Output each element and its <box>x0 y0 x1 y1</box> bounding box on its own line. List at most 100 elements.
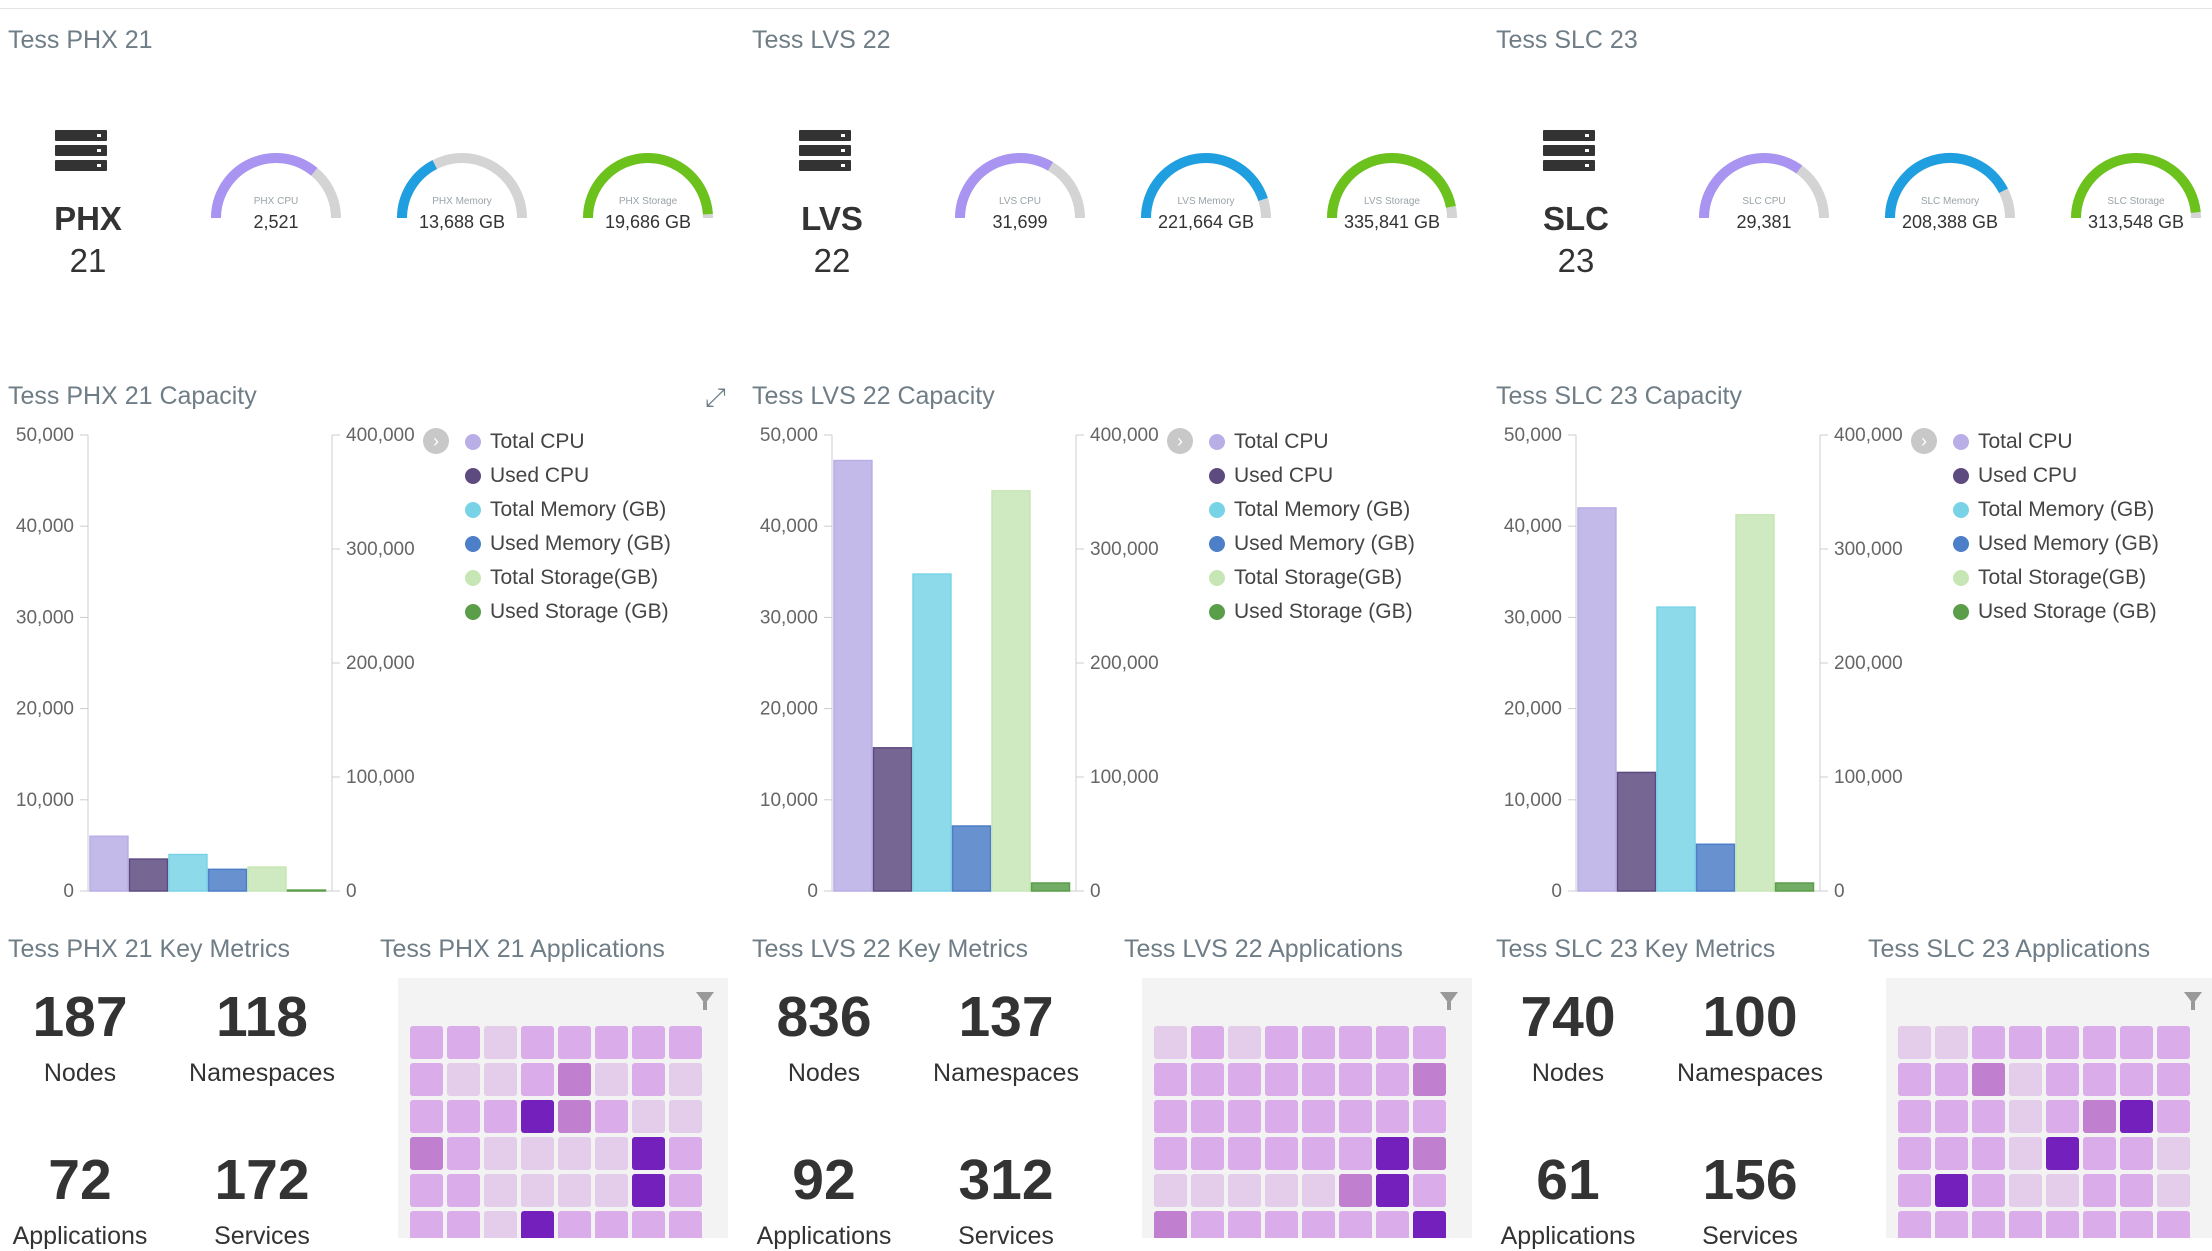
heatmap-cell[interactable] <box>1898 1137 1931 1170</box>
heatmap-cell[interactable] <box>1339 1137 1372 1170</box>
heatmap-cell[interactable] <box>1191 1100 1224 1133</box>
heatmap-cell[interactable] <box>632 1026 665 1059</box>
heatmap-cell[interactable] <box>669 1174 702 1207</box>
heatmap-cell[interactable] <box>484 1063 517 1096</box>
heatmap-cell[interactable] <box>632 1211 665 1238</box>
heatmap-cell[interactable] <box>2009 1026 2042 1059</box>
heatmap-cell[interactable] <box>2157 1063 2190 1096</box>
heatmap-cell[interactable] <box>1265 1137 1298 1170</box>
filter-icon[interactable] <box>2184 992 2202 1010</box>
heatmap-cell[interactable] <box>632 1174 665 1207</box>
heatmap-cell[interactable] <box>2083 1026 2116 1059</box>
heatmap-cell[interactable] <box>2083 1063 2116 1096</box>
heatmap-cell[interactable] <box>595 1026 628 1059</box>
filter-icon[interactable] <box>1440 992 1458 1010</box>
heatmap-cell[interactable] <box>1154 1063 1187 1096</box>
heatmap-cell[interactable] <box>1302 1100 1335 1133</box>
heatmap-cell[interactable] <box>2120 1063 2153 1096</box>
heatmap-cell[interactable] <box>2083 1100 2116 1133</box>
heatmap-cell[interactable] <box>1935 1174 1968 1207</box>
legend-item[interactable]: Used CPU <box>1953 459 2159 493</box>
heatmap-cell[interactable] <box>2157 1026 2190 1059</box>
heatmap-cell[interactable] <box>632 1137 665 1170</box>
heatmap-cell[interactable] <box>521 1026 554 1059</box>
heatmap-cell[interactable] <box>1898 1174 1931 1207</box>
legend-item[interactable]: Total CPU <box>1953 425 2159 459</box>
chevron-right-icon[interactable]: › <box>1167 428 1193 454</box>
heatmap-cell[interactable] <box>2009 1063 2042 1096</box>
heatmap-cell[interactable] <box>1898 1100 1931 1133</box>
heatmap-cell[interactable] <box>669 1211 702 1238</box>
legend-item[interactable]: Used Memory (GB) <box>1953 527 2159 561</box>
heatmap-cell[interactable] <box>1413 1137 1446 1170</box>
heatmap-cell[interactable] <box>1265 1063 1298 1096</box>
heatmap-cell[interactable] <box>521 1174 554 1207</box>
heatmap-cell[interactable] <box>1935 1137 1968 1170</box>
heatmap-cell[interactable] <box>1228 1137 1261 1170</box>
heatmap-cell[interactable] <box>1376 1063 1409 1096</box>
heatmap-cell[interactable] <box>1972 1211 2005 1238</box>
heatmap-cell[interactable] <box>2157 1211 2190 1238</box>
heatmap-cell[interactable] <box>669 1063 702 1096</box>
heatmap-cell[interactable] <box>1339 1026 1372 1059</box>
heatmap-cell[interactable] <box>1972 1063 2005 1096</box>
heatmap-cell[interactable] <box>558 1174 591 1207</box>
heatmap-cell[interactable] <box>410 1100 443 1133</box>
heatmap-cell[interactable] <box>484 1174 517 1207</box>
heatmap-cell[interactable] <box>1228 1100 1261 1133</box>
heatmap-cell[interactable] <box>669 1026 702 1059</box>
heatmap-cell[interactable] <box>2046 1211 2079 1238</box>
heatmap-cell[interactable] <box>2120 1026 2153 1059</box>
heatmap-cell[interactable] <box>1265 1026 1298 1059</box>
heatmap-cell[interactable] <box>410 1211 443 1238</box>
heatmap-cell[interactable] <box>447 1174 480 1207</box>
heatmap-cell[interactable] <box>2009 1100 2042 1133</box>
legend-item[interactable]: Used Memory (GB) <box>465 527 671 561</box>
heatmap-cell[interactable] <box>1898 1063 1931 1096</box>
heatmap-cell[interactable] <box>2120 1137 2153 1170</box>
heatmap-cell[interactable] <box>1972 1137 2005 1170</box>
heatmap-cell[interactable] <box>2120 1174 2153 1207</box>
chevron-right-icon[interactable]: › <box>1911 428 1937 454</box>
heatmap-cell[interactable] <box>410 1063 443 1096</box>
heatmap-cell[interactable] <box>1413 1063 1446 1096</box>
heatmap-cell[interactable] <box>1265 1100 1298 1133</box>
heatmap-cell[interactable] <box>1935 1211 1968 1238</box>
heatmap-cell[interactable] <box>1413 1026 1446 1059</box>
heatmap-cell[interactable] <box>595 1100 628 1133</box>
heatmap-cell[interactable] <box>595 1137 628 1170</box>
heatmap-cell[interactable] <box>2046 1063 2079 1096</box>
heatmap-cell[interactable] <box>484 1211 517 1238</box>
legend-item[interactable]: Total Memory (GB) <box>465 493 671 527</box>
heatmap-cell[interactable] <box>2157 1100 2190 1133</box>
heatmap-cell[interactable] <box>2083 1174 2116 1207</box>
legend-item[interactable]: Total Storage(GB) <box>465 561 671 595</box>
heatmap-cell[interactable] <box>2009 1137 2042 1170</box>
legend-item[interactable]: Used CPU <box>465 459 671 493</box>
heatmap-cell[interactable] <box>1935 1026 1968 1059</box>
heatmap-cell[interactable] <box>669 1100 702 1133</box>
heatmap-cell[interactable] <box>2046 1137 2079 1170</box>
heatmap-cell[interactable] <box>1898 1026 1931 1059</box>
legend-item[interactable]: Total CPU <box>465 425 671 459</box>
heatmap-cell[interactable] <box>2120 1211 2153 1238</box>
expand-icon[interactable]: ⤢ <box>705 382 726 414</box>
heatmap-cell[interactable] <box>1302 1063 1335 1096</box>
heatmap-cell[interactable] <box>1935 1063 1968 1096</box>
heatmap-cell[interactable] <box>1302 1137 1335 1170</box>
legend-item[interactable]: Total Storage(GB) <box>1953 561 2159 595</box>
chevron-right-icon[interactable]: › <box>423 428 449 454</box>
heatmap-cell[interactable] <box>521 1063 554 1096</box>
legend-item[interactable]: Used Storage (GB) <box>465 595 671 629</box>
heatmap-cell[interactable] <box>1191 1026 1224 1059</box>
heatmap-cell[interactable] <box>447 1211 480 1238</box>
heatmap-cell[interactable] <box>1339 1100 1372 1133</box>
legend-item[interactable]: Total Memory (GB) <box>1953 493 2159 527</box>
heatmap-cell[interactable] <box>1376 1174 1409 1207</box>
legend-item[interactable]: Total Memory (GB) <box>1209 493 1415 527</box>
heatmap-cell[interactable] <box>1376 1137 1409 1170</box>
heatmap-cell[interactable] <box>447 1026 480 1059</box>
heatmap-cell[interactable] <box>1339 1063 1372 1096</box>
heatmap-cell[interactable] <box>1191 1174 1224 1207</box>
heatmap-cell[interactable] <box>1376 1026 1409 1059</box>
